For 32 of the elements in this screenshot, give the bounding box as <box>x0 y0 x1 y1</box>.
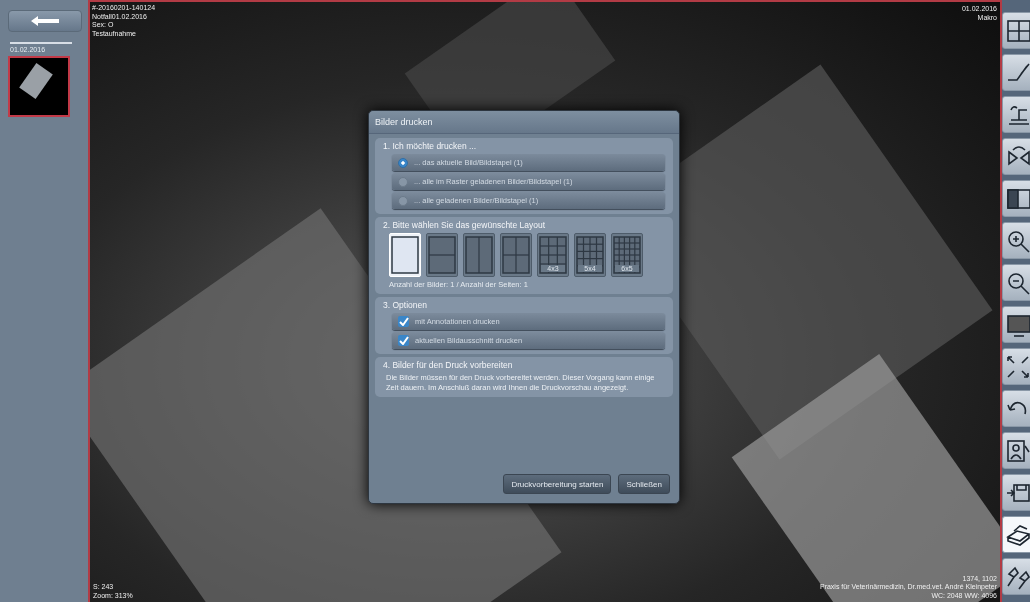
zoom-out-tool-button[interactable] <box>1002 264 1030 301</box>
back-button[interactable] <box>8 10 82 32</box>
flip-tool-button[interactable] <box>1002 138 1030 175</box>
back-arrow-icon <box>30 15 60 27</box>
undo-tool-button[interactable] <box>1002 390 1030 427</box>
person-tool-button[interactable] <box>1002 432 1030 469</box>
monitor-tool-button[interactable] <box>1002 306 1030 343</box>
rotate-tool-button[interactable] <box>1002 96 1030 133</box>
radio-button[interactable] <box>398 157 408 168</box>
section-heading: 3. Optionen <box>383 300 428 310</box>
save-tool-button[interactable] <box>1002 474 1030 511</box>
print-tool-button[interactable] <box>1002 516 1030 553</box>
dialog-button[interactable]: Schließen <box>618 474 670 494</box>
zoom-in-tool-button[interactable] <box>1002 222 1030 259</box>
person-icon <box>1005 437 1030 464</box>
section-heading: 4. Bilder für den Druck vorbereiten <box>383 360 514 370</box>
radio-button[interactable] <box>398 195 408 206</box>
fit-icon <box>1005 353 1030 380</box>
pen-tool-button[interactable] <box>1002 54 1030 91</box>
checkbox[interactable] <box>398 335 409 346</box>
dialog-title: Bilder drucken <box>369 111 679 134</box>
pins-tool-button[interactable] <box>1002 558 1030 595</box>
checkbox[interactable] <box>398 316 409 327</box>
fit-tool-button[interactable] <box>1002 348 1030 385</box>
grid-icon <box>1005 17 1030 44</box>
radio-button[interactable] <box>398 176 408 187</box>
grid-tool-button[interactable] <box>1002 12 1030 49</box>
contrast-tool-button[interactable] <box>1002 180 1030 217</box>
dialog-button[interactable]: Druckvorbereitung starten <box>503 474 612 494</box>
section-heading: 2. Bitte wählen Sie das gewünschte Layout <box>383 220 547 230</box>
thumbnail-placeholder[interactable] <box>8 56 70 117</box>
section-heading: 1. Ich möchte drucken ... <box>383 141 478 151</box>
